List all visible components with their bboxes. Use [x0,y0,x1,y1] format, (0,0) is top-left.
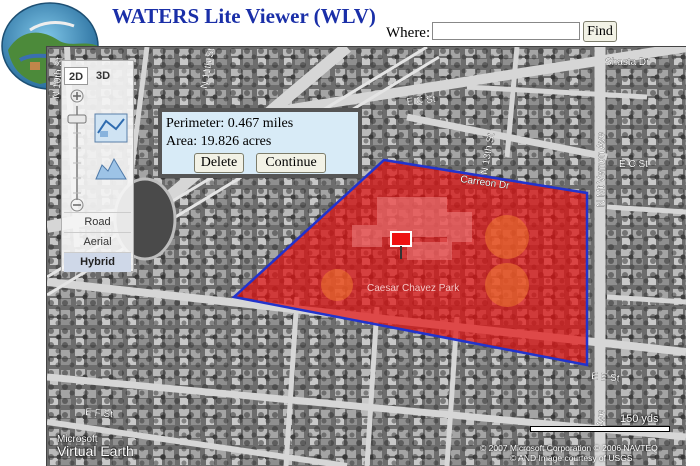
measurement-popup: Perimeter: 0.467 miles Area: 19.826 acre… [158,108,362,178]
search-label: Where: [386,25,431,41]
scale-bar [530,426,670,432]
zoom-thumb [67,114,87,124]
map-type-hybrid[interactable]: Hybrid [64,252,131,272]
street-label: Ave [596,410,607,427]
search-input[interactable] [432,22,580,40]
delete-button[interactable]: Delete [194,153,244,173]
mode-3d-button[interactable]: 3D [91,67,115,85]
zoom-in-icon [70,89,84,103]
copyright-text: © 2007 Microsoft Corporation © 2006 NAVT… [480,443,675,463]
area-text: Area: 19.826 acres [166,134,272,149]
zoom-slider[interactable] [65,88,89,212]
perimeter-text: Perimeter: 0.467 miles [166,116,294,131]
zoom-out-icon [70,198,84,212]
copyright-line-1: © 2007 Microsoft Corporation © 2006 NAVT… [480,443,658,453]
street-label: N Mt Vernon Ave [596,132,607,207]
scale-label: 150 yds [620,413,659,425]
park-label: Caesar Chavez Park [367,283,460,294]
copyright-line-2: © AND Image courtesy of USGS [510,453,633,463]
mode-2d-button[interactable]: 2D [64,67,88,85]
map-type-road[interactable]: Road [64,212,131,232]
app-title: WATERS Lite Viewer (WLV) [112,4,376,28]
find-button[interactable]: Find [583,21,617,42]
branding-large: Virtual Earth [57,443,134,459]
birds-eye-icon[interactable] [94,157,128,181]
pan-map-icon[interactable] [94,113,128,143]
continue-button[interactable]: Continue [256,153,326,173]
map-type-aerial[interactable]: Aerial [64,232,131,252]
street-label: E C St [619,159,648,170]
map-view[interactable]: Shasta Dr E C St N 13th St Carreon Dr N … [46,46,686,466]
street-label: Shasta Dr [605,57,650,68]
map-navigation-panel: 2D 3D Road Aerial Hybrid [61,60,134,272]
aerial-map[interactable]: Shasta Dr E C St N 13th St Carreon Dr N … [47,47,686,466]
